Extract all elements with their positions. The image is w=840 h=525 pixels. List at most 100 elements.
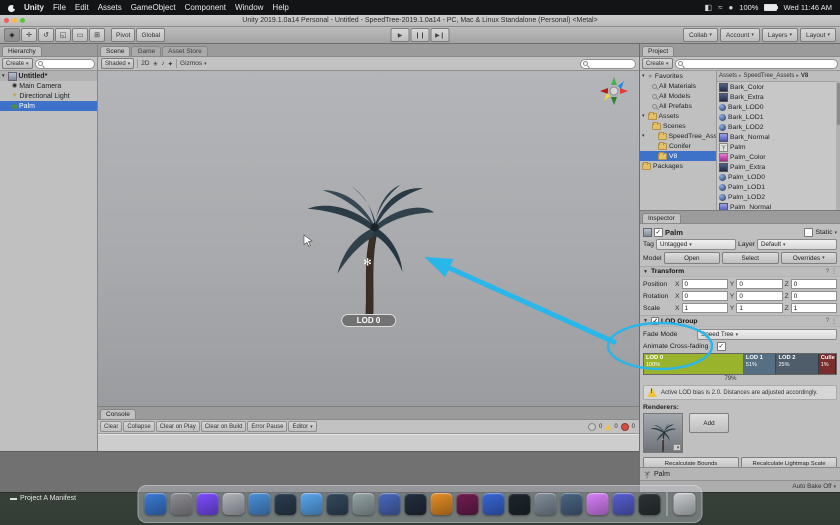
zoom-window-button[interactable] [20,18,25,23]
file-row-Bark_Color[interactable]: Bark_Color [717,82,840,92]
dock-icon-app-6[interactable] [379,493,401,515]
favorite-all-prefabs[interactable]: All Prefabs [640,101,716,111]
dock-icon-app-5[interactable] [353,493,375,515]
lod1-segment[interactable]: LOD 151% [744,354,777,374]
renderer-options-icon[interactable] [673,444,681,451]
project-scrollbar[interactable] [836,81,840,210]
tab-console[interactable]: Console [100,409,136,419]
dock-icon-app-9[interactable] [457,493,479,515]
dock-icon-unity[interactable] [639,493,661,515]
active-checkbox[interactable] [654,228,663,237]
dock-icon-trash[interactable] [674,493,696,515]
file-row-Palm_LOD1[interactable]: Palm_LOD1 [717,182,840,192]
lod-group-section-header[interactable]: LOD Group ?⋮ [640,315,840,327]
console-clear-on-build-button[interactable]: Clear on Build [201,421,247,432]
dock-icon-app-10[interactable] [483,493,505,515]
menu-file[interactable]: File [53,3,66,12]
warning-icon[interactable] [605,424,611,430]
pivot-toggle-button[interactable]: Pivot [111,28,135,42]
lod2-segment[interactable]: LOD 225% [776,354,818,374]
gizmos-dropdown[interactable]: Gizmos [180,60,207,67]
fade-mode-dropdown[interactable]: Speed Tree [697,329,837,340]
folder-conifer[interactable]: Conifer [640,141,716,151]
menubar-clock[interactable]: Wed 11:46 AM [783,3,832,12]
layer-dropdown[interactable]: Default [757,239,837,250]
hierarchy-scene-row[interactable]: Untitled* [0,71,97,81]
hierarchy-create-dropdown[interactable]: Create [2,58,33,69]
dock-icon-app-3[interactable] [275,493,297,515]
console-clear-button[interactable]: Clear [100,421,122,432]
model-select-button[interactable]: Select [722,252,779,264]
pause-button[interactable]: ❙❙ [411,28,430,42]
desktop-window-label[interactable]: Project A Manifest [10,495,76,502]
play-button[interactable]: ▶ [391,28,410,42]
context-menu-icon[interactable]: ⋮ [831,318,837,325]
dock-icon-app-4[interactable] [327,493,349,515]
file-row-Bark_Normal[interactable]: Bark_Normal [717,132,840,142]
lod-bar[interactable]: LOD 0100% LOD 151% LOD 225% Culled1% [643,353,837,375]
file-row-Bark_LOD0[interactable]: Bark_LOD0 [717,102,840,112]
info-icon[interactable] [588,423,596,431]
static-dropdown[interactable]: Static [815,229,837,236]
transform-tool-button[interactable]: ⊞ [89,28,105,42]
rotate-tool-button[interactable]: ↺ [38,28,54,42]
tab-game[interactable]: Game [131,46,161,56]
menu-gameobject[interactable]: GameObject [131,3,176,12]
dock-icon-app-14[interactable] [587,493,609,515]
tab-asset-store[interactable]: Asset Store [162,46,208,56]
file-row-Bark_LOD2[interactable]: Bark_LOD2 [717,122,840,132]
menu-app-name[interactable]: Unity [24,3,44,12]
collab-dropdown[interactable]: Collab [683,28,718,42]
hierarchy-item-directional-light[interactable]: ☀ Directional Light [0,91,97,101]
dock-icon-app-12[interactable] [535,493,557,515]
bluetooth-icon[interactable]: ● [728,3,733,12]
tag-dropdown[interactable]: Untagged [656,239,736,250]
folder-scenes[interactable]: Scenes [640,121,716,131]
position-y-field[interactable]: 0 [736,279,782,289]
dock-icon-app-13[interactable] [561,493,583,515]
static-checkbox[interactable] [804,228,813,237]
dock-icon-finder[interactable] [145,493,167,515]
hierarchy-item-palm[interactable]: Palm [0,101,97,111]
menu-window[interactable]: Window [235,3,263,12]
file-row-Palm_Color[interactable]: Palm_Color [717,152,840,162]
step-button[interactable]: ▶❙ [431,28,450,42]
dock-icon-siri[interactable] [197,493,219,515]
project-search-input[interactable] [675,59,838,69]
scale-tool-button[interactable]: ◱ [55,28,71,42]
dock-icon-app-1[interactable] [171,493,193,515]
tab-hierarchy[interactable]: Hierarchy [2,46,42,56]
file-row-Bark_LOD1[interactable]: Bark_LOD1 [717,112,840,122]
scene-audio-icon[interactable]: ♪ [161,60,164,67]
layout-dropdown[interactable]: Layout [800,28,836,42]
menu-component[interactable]: Component [185,3,226,12]
breadcrumb-speedtree-assets[interactable]: SpeedTree_Assets [737,73,794,79]
tab-project[interactable]: Project [642,46,674,56]
menu-assets[interactable]: Assets [98,3,122,12]
display-icon[interactable]: ◧ [705,3,713,12]
hand-tool-button[interactable]: ◈ [4,28,20,42]
console-clear-on-play-button[interactable]: Clear on Play [156,421,200,432]
scene-orientation-gizmo[interactable] [597,74,631,108]
scene-viewport[interactable]: LOD 0 [98,71,639,406]
palm-tree[interactable] [294,166,444,324]
position-z-field[interactable]: 0 [791,279,837,289]
shading-mode-dropdown[interactable]: Shaded [101,58,134,69]
close-window-button[interactable] [4,18,9,23]
help-icon[interactable]: ? [826,318,829,324]
window-titlebar[interactable]: Unity 2019.1.0a14 Personal - Untitled - … [0,15,840,27]
scene-search-input[interactable] [580,59,636,69]
file-row-Palm_Extra[interactable]: Palm_Extra [717,162,840,172]
scale-x-field[interactable]: 1 [682,303,728,313]
console-editor-dropdown[interactable]: Editor [288,421,316,432]
dock-icon-app-11[interactable] [509,493,531,515]
help-icon[interactable]: ? [826,269,829,275]
file-row-Bark_Extra[interactable]: Bark_Extra [717,92,840,102]
packages-root[interactable]: Packages [640,161,716,171]
minimize-window-button[interactable] [12,18,17,23]
hierarchy-item-main-camera[interactable]: ◉ Main Camera [0,81,97,91]
scene-lighting-icon[interactable]: ☀ [153,60,159,68]
apple-menu-icon[interactable] [8,4,15,12]
scene-effects-icon[interactable]: ✦ [168,60,173,68]
console-error-pause-button[interactable]: Error Pause [247,421,287,432]
